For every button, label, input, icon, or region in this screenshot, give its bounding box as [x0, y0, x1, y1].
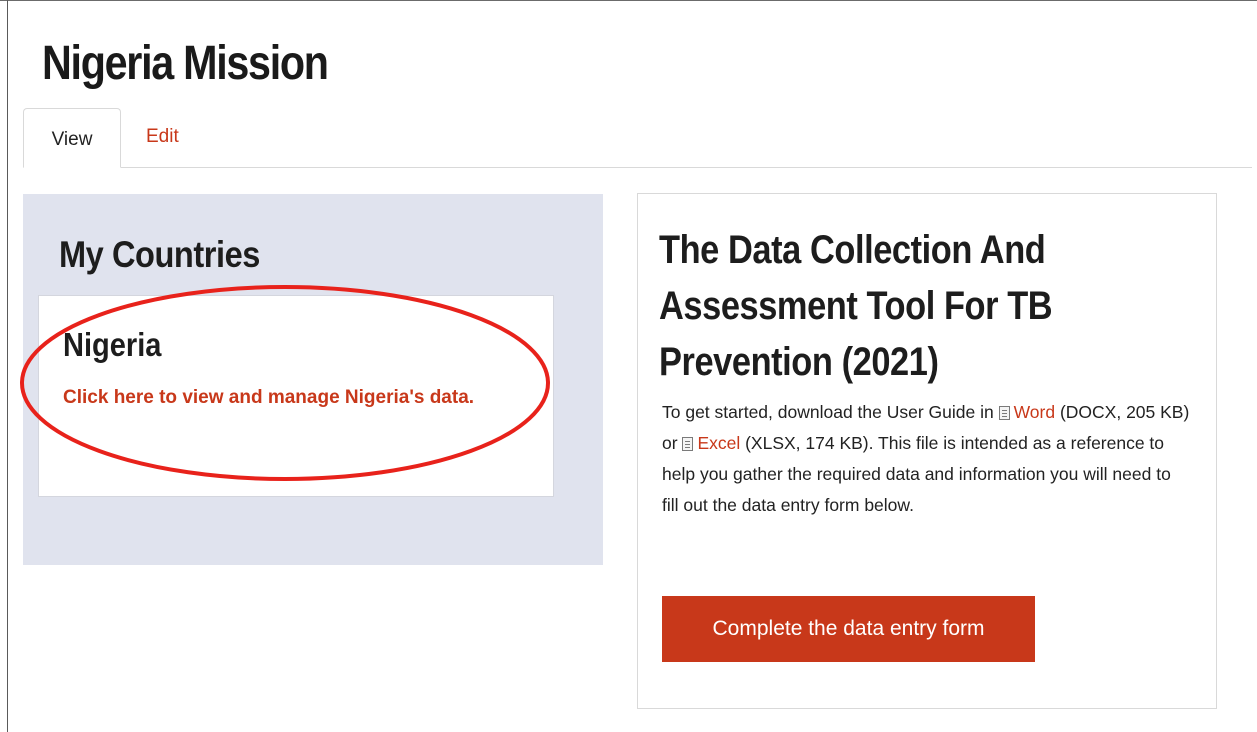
- complete-data-entry-button[interactable]: Complete the data entry form: [662, 596, 1035, 662]
- tool-title: The Data Collection And Assessment Tool …: [659, 228, 1053, 384]
- excel-document-icon: [682, 437, 694, 451]
- word-document-icon: [998, 406, 1010, 420]
- window-top-border: [0, 0, 1257, 1]
- tab-view-label: View: [51, 129, 93, 150]
- my-countries-heading: My Countries: [59, 234, 260, 275]
- word-download-link[interactable]: Word: [1014, 402, 1056, 422]
- page-title: Nigeria Mission: [42, 37, 329, 90]
- tab-view[interactable]: View: [23, 108, 121, 168]
- description-intro: To get started, download the User Guide …: [662, 402, 999, 422]
- assessment-tool-panel: The Data Collection And Assessment Tool …: [637, 193, 1217, 709]
- window-left-border: [7, 0, 8, 732]
- tab-edit[interactable]: Edit: [146, 126, 179, 148]
- excel-download-link[interactable]: Excel: [697, 433, 740, 453]
- tabs-divider: [23, 167, 1252, 168]
- red-annotation-ellipse: [20, 285, 550, 481]
- tool-description: To get started, download the User Guide …: [662, 397, 1192, 521]
